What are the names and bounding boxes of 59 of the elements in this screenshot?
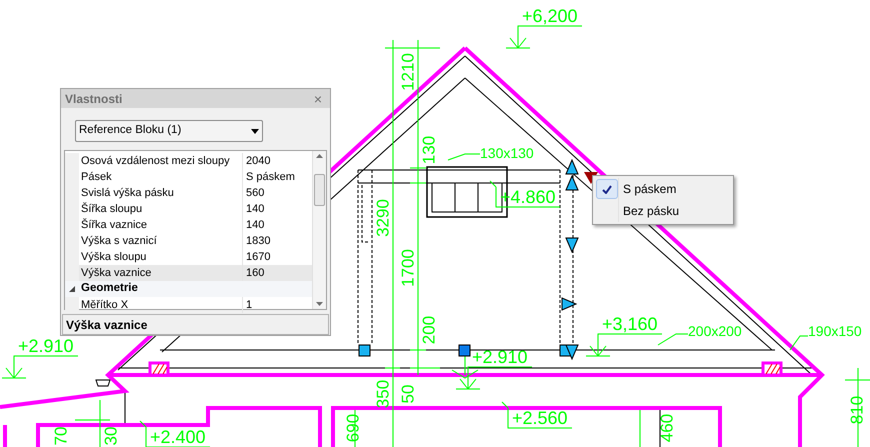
- property-value: 160: [243, 265, 312, 281]
- property-value: S páskem: [245, 170, 296, 185]
- property-value: 2040: [245, 154, 272, 169]
- menu-item[interactable]: Bez pásku: [595, 200, 731, 222]
- property-name: Výška vaznice: [79, 265, 243, 281]
- menu-item-label: Bez pásku: [623, 203, 680, 220]
- property-value: 140: [245, 218, 266, 233]
- section-size-label: 130x130: [480, 145, 534, 161]
- category-name: Geometrie: [80, 281, 138, 296]
- dimension-label: 130: [419, 136, 438, 164]
- elevation-mark: +2.400: [140, 420, 210, 447]
- property-row[interactable]: Svislá výška pásku 560: [65, 185, 312, 201]
- property-row[interactable]: Pásek S páskem: [65, 169, 312, 185]
- property-value: 1670: [245, 250, 272, 265]
- property-name: Měřítko X: [79, 297, 243, 313]
- scroll-down-arrow-icon[interactable]: [316, 302, 323, 306]
- dimension-label: 1700: [398, 249, 418, 287]
- property-row[interactable]: Šířka vaznice 140: [65, 217, 312, 233]
- scroll-up-arrow-icon[interactable]: [316, 154, 323, 158]
- property-name: Pásek: [79, 169, 243, 185]
- property-name: Šířka sloupu: [79, 201, 243, 217]
- property-row[interactable]: Výška s vaznicí 1830: [65, 233, 312, 249]
- property-value: 140: [245, 202, 266, 217]
- menu-item-label: S páskem: [623, 181, 676, 198]
- property-name: Svislá výška pásku: [79, 185, 243, 201]
- property-name: Šířka vaznice: [79, 217, 243, 233]
- dimension-label: 350: [373, 380, 392, 408]
- property-row[interactable]: Osová vzdálenost mezi sloupy 2040: [65, 153, 312, 169]
- expanded-triangle-icon[interactable]: [69, 286, 75, 292]
- section-size-label: 190x150: [808, 323, 862, 339]
- elevation-mark: +2.910: [456, 347, 532, 390]
- scrollbar[interactable]: [312, 151, 326, 309]
- elevation-mark: +2.560: [502, 402, 572, 428]
- property-value: 1: [245, 298, 254, 313]
- scrollbar-thumb[interactable]: [314, 174, 325, 206]
- panel-title: Vlastnosti: [65, 90, 122, 108]
- category-row[interactable]: Geometrie: [65, 281, 312, 297]
- menu-item[interactable]: S páskem: [595, 178, 731, 200]
- selection-dropdown[interactable]: Reference Bloku (1): [75, 120, 263, 142]
- dropdown-caret-icon: [251, 128, 259, 134]
- property-row[interactable]: Výška vaznice 160: [65, 265, 312, 281]
- section-size-label: 200x200: [688, 323, 742, 339]
- dimension-label: 1210: [398, 53, 418, 91]
- dimension-label: 50: [398, 384, 418, 404]
- elevation-mark: +3,160: [586, 314, 662, 357]
- dimension-label: 70: [51, 426, 70, 446]
- property-value: 560: [245, 186, 266, 201]
- dimension-label: 200: [419, 316, 438, 344]
- property-row[interactable]: Šířka sloupu 140: [65, 201, 312, 217]
- dimension-label: 3290: [373, 199, 392, 237]
- property-name: Výška s vaznicí: [79, 233, 243, 249]
- elevation-mark: +2.910: [2, 336, 78, 379]
- property-name: Osová vzdálenost mezi sloupy: [79, 153, 243, 169]
- description-title: Výška vaznice: [66, 316, 148, 334]
- property-value: 1830: [245, 234, 272, 249]
- dimension-label: 460: [657, 414, 676, 442]
- dimension-label: 30: [101, 426, 120, 446]
- elevation-mark: +6,200: [506, 6, 582, 49]
- property-row[interactable]: Měřítko X 1: [65, 297, 312, 313]
